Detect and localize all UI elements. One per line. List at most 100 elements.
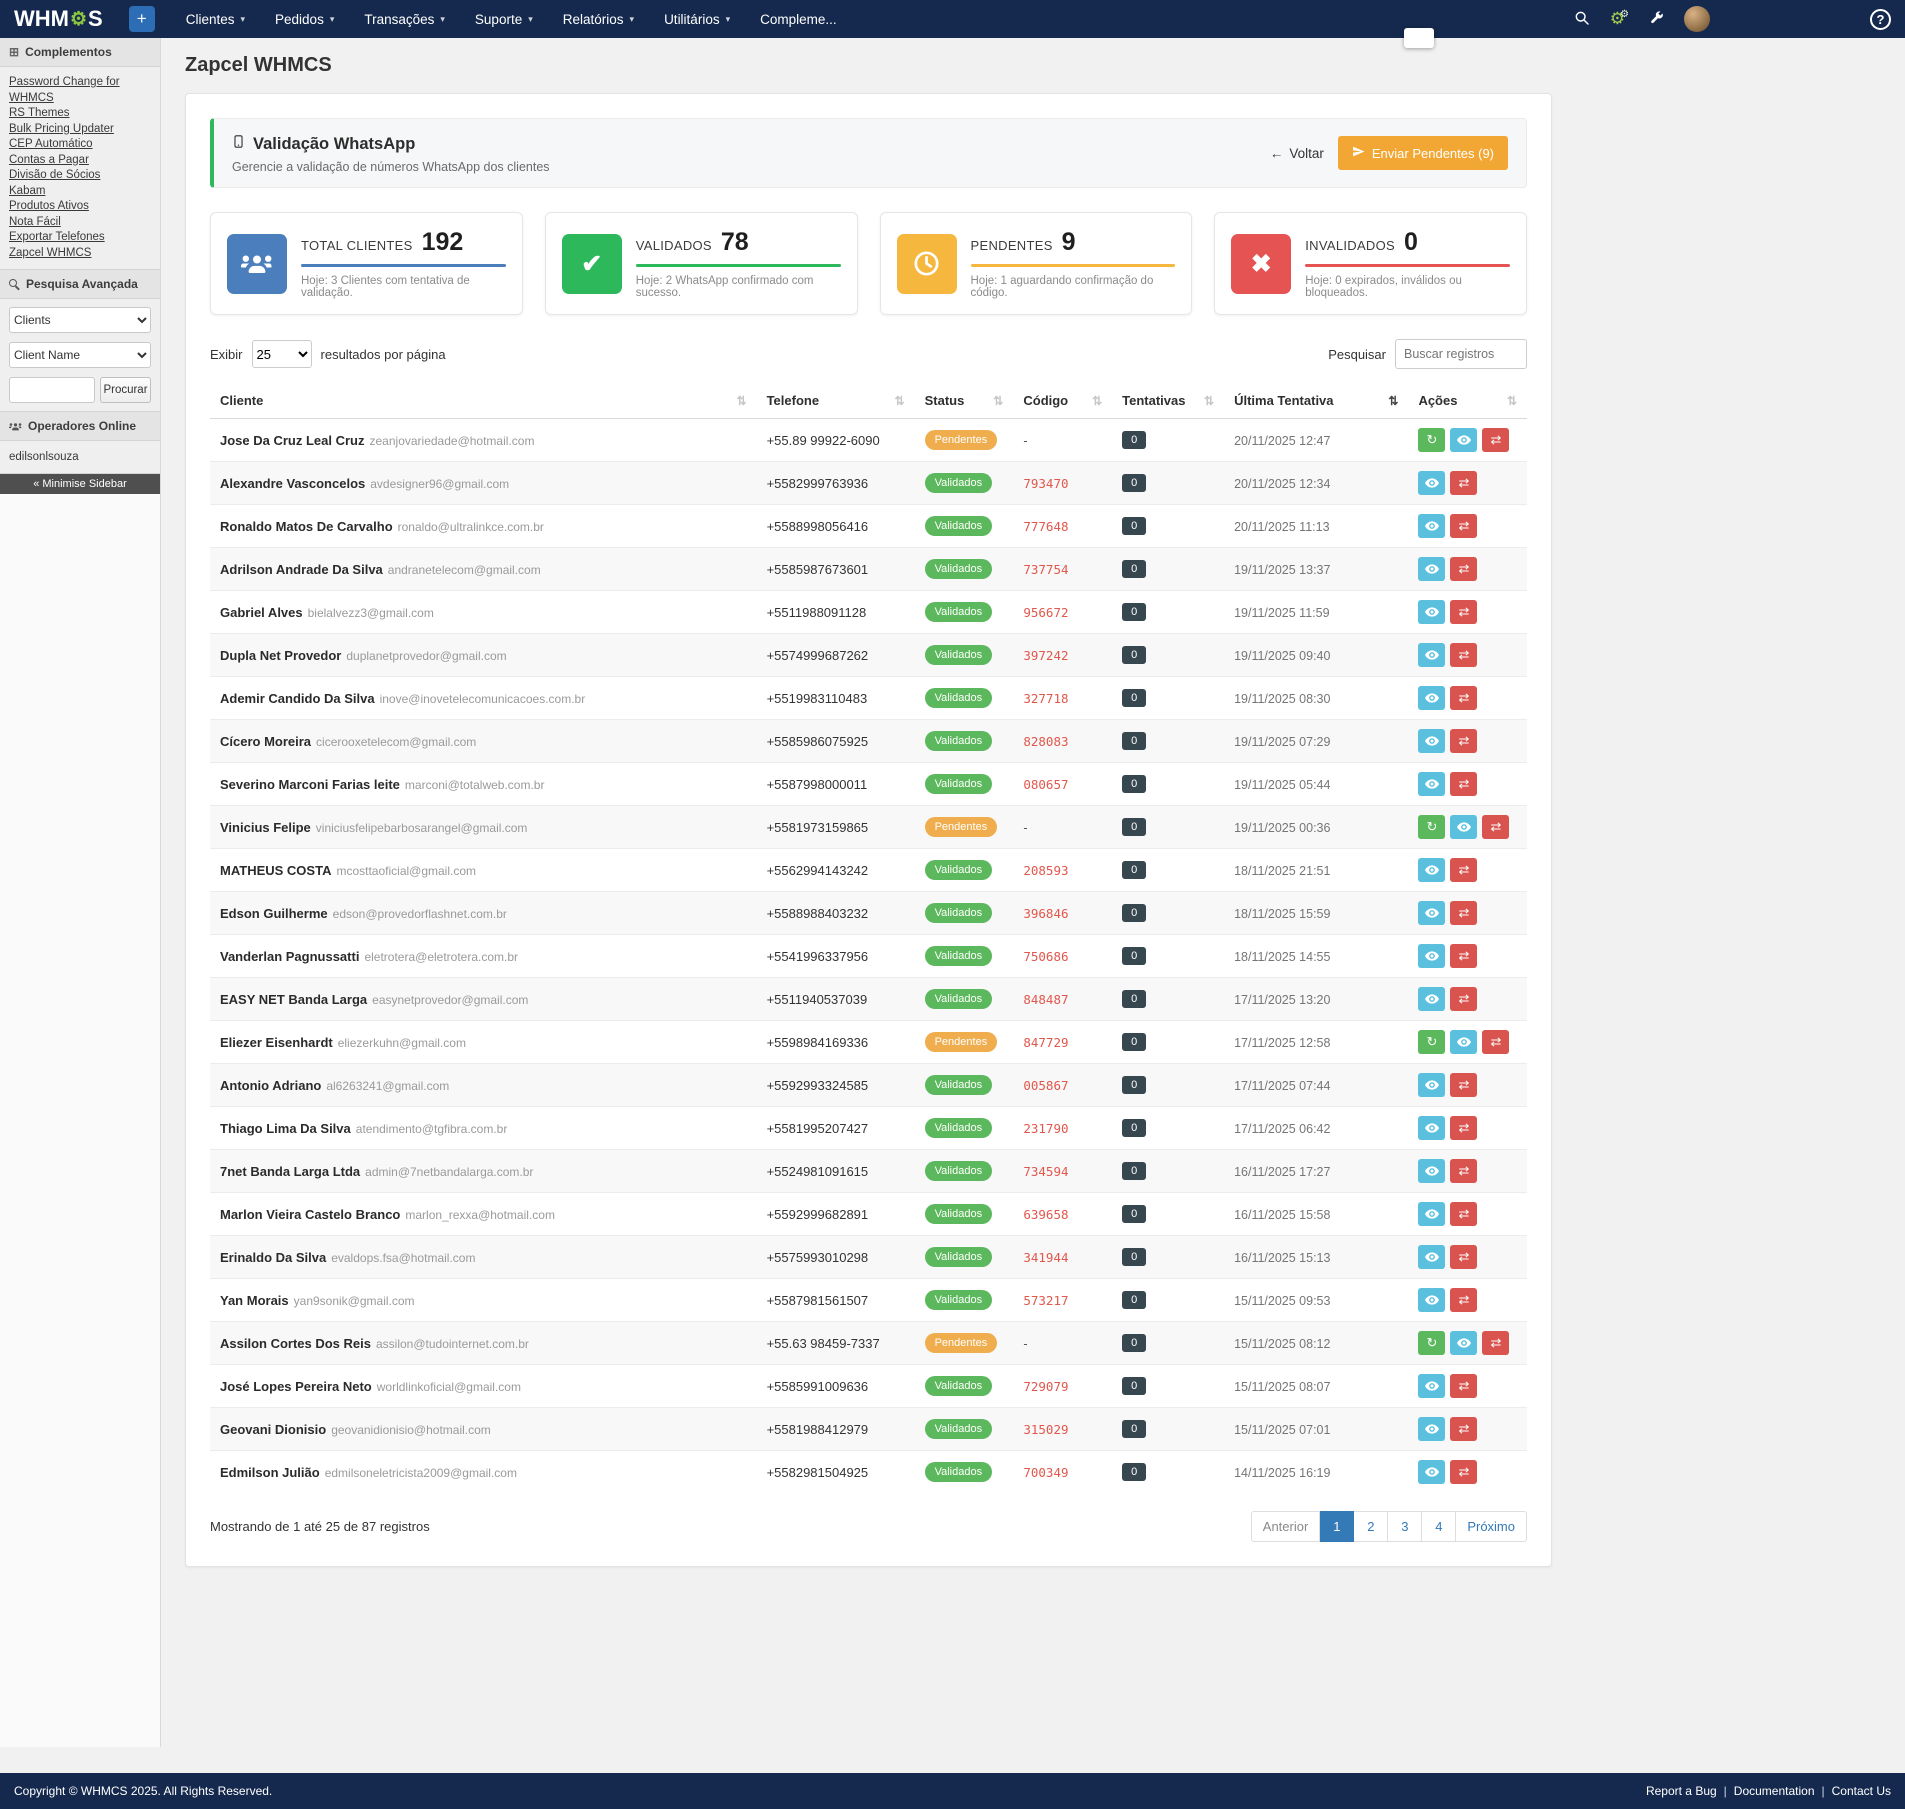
client-name[interactable]: Dupla Net Provedor xyxy=(220,648,341,663)
reset-button[interactable]: ⇄ xyxy=(1450,729,1477,753)
footer-link[interactable]: Contact Us xyxy=(1832,1784,1891,1798)
menu-item[interactable]: Clientes ▾ xyxy=(173,0,258,38)
client-name[interactable]: Gabriel Alves xyxy=(220,605,303,620)
reset-button[interactable]: ⇄ xyxy=(1450,1202,1477,1226)
view-button[interactable] xyxy=(1418,643,1445,667)
reset-button[interactable]: ⇄ xyxy=(1450,858,1477,882)
reset-button[interactable]: ⇄ xyxy=(1450,643,1477,667)
sidebar-addon-link[interactable]: Exportar Telefones xyxy=(9,230,151,246)
reset-button[interactable]: ⇄ xyxy=(1450,987,1477,1011)
sidebar-addon-link[interactable]: RS Themes xyxy=(9,106,151,122)
view-button[interactable] xyxy=(1418,1073,1445,1097)
pagination-button[interactable]: Anterior xyxy=(1251,1511,1321,1542)
sidebar-addon-link[interactable]: Produtos Ativos xyxy=(9,199,151,215)
view-button[interactable] xyxy=(1418,514,1445,538)
voltar-button[interactable]: ← Voltar xyxy=(1270,146,1324,161)
view-button[interactable] xyxy=(1418,987,1445,1011)
pagination-button[interactable]: 2 xyxy=(1354,1511,1388,1542)
reset-button[interactable]: ⇄ xyxy=(1450,1288,1477,1312)
column-header[interactable]: Telefone ⇅ xyxy=(757,383,915,419)
column-header[interactable]: Ações ⇅ xyxy=(1408,383,1527,419)
quick-add-button[interactable]: + xyxy=(129,6,155,32)
client-name[interactable]: Antonio Adriano xyxy=(220,1078,321,1093)
reset-button[interactable]: ⇄ xyxy=(1450,1159,1477,1183)
automation-status-button[interactable]: ⚙⚙ xyxy=(1610,9,1629,29)
client-name[interactable]: Ronaldo Matos De Carvalho xyxy=(220,519,393,534)
sidebar-search-input[interactable] xyxy=(9,377,95,403)
view-button[interactable] xyxy=(1450,1331,1477,1355)
client-name[interactable]: Edson Guilherme xyxy=(220,906,328,921)
reset-button[interactable]: ⇄ xyxy=(1450,944,1477,968)
view-button[interactable] xyxy=(1418,1202,1445,1226)
menu-item[interactable]: Relatórios ▾ xyxy=(550,0,647,38)
minimise-sidebar-button[interactable]: « Minimise Sidebar xyxy=(0,474,160,494)
footer-link[interactable]: Documentation xyxy=(1734,1784,1832,1798)
pagination-button[interactable]: Próximo xyxy=(1456,1511,1527,1542)
reset-button[interactable]: ⇄ xyxy=(1482,428,1509,452)
client-name[interactable]: Cícero Moreira xyxy=(220,734,311,749)
reset-button[interactable]: ⇄ xyxy=(1450,686,1477,710)
client-name[interactable]: Erinaldo Da Silva xyxy=(220,1250,326,1265)
reset-button[interactable]: ⇄ xyxy=(1450,600,1477,624)
resend-button[interactable]: ↻ xyxy=(1418,1030,1445,1054)
view-button[interactable] xyxy=(1450,815,1477,839)
column-header[interactable]: Código ⇅ xyxy=(1013,383,1112,419)
menu-item[interactable]: Utilitários ▾ xyxy=(651,0,743,38)
view-button[interactable] xyxy=(1418,772,1445,796)
view-button[interactable] xyxy=(1418,1159,1445,1183)
reset-button[interactable]: ⇄ xyxy=(1482,815,1509,839)
reset-button[interactable]: ⇄ xyxy=(1450,1116,1477,1140)
reset-button[interactable]: ⇄ xyxy=(1450,1374,1477,1398)
search-button[interactable] xyxy=(1574,10,1590,29)
sidebar-addon-link[interactable]: Nota Fácil xyxy=(9,215,151,231)
footer-link[interactable]: Report a Bug xyxy=(1646,1784,1734,1798)
client-name[interactable]: Eliezer Eisenhardt xyxy=(220,1035,333,1050)
reset-button[interactable]: ⇄ xyxy=(1450,1073,1477,1097)
user-avatar[interactable] xyxy=(1684,6,1710,32)
reset-button[interactable]: ⇄ xyxy=(1450,471,1477,495)
reset-button[interactable]: ⇄ xyxy=(1450,901,1477,925)
column-header[interactable]: Última Tentativa ⇅ xyxy=(1224,383,1408,419)
view-button[interactable] xyxy=(1418,1288,1445,1312)
client-name[interactable]: Yan Morais xyxy=(220,1293,289,1308)
view-button[interactable] xyxy=(1418,1460,1445,1484)
sidebar-addon-link[interactable]: Kabam xyxy=(9,184,151,200)
column-header[interactable]: Tentativas ⇅ xyxy=(1112,383,1224,419)
client-name[interactable]: Jose Da Cruz Leal Cruz xyxy=(220,433,365,448)
system-settings-button[interactable] xyxy=(1649,10,1664,28)
menu-item[interactable]: Pedidos ▾ xyxy=(262,0,347,38)
client-name[interactable]: MATHEUS COSTA xyxy=(220,863,331,878)
client-name[interactable]: Adrilson Andrade Da Silva xyxy=(220,562,383,577)
reset-button[interactable]: ⇄ xyxy=(1450,1417,1477,1441)
sidebar-addon-link[interactable]: Contas a Pagar xyxy=(9,153,151,169)
client-name[interactable]: EASY NET Banda Larga xyxy=(220,992,367,1007)
view-button[interactable] xyxy=(1418,901,1445,925)
search-field-select[interactable]: Client Name xyxy=(9,342,151,368)
view-button[interactable] xyxy=(1418,729,1445,753)
client-name[interactable]: Vinicius Felipe xyxy=(220,820,311,835)
reset-button[interactable]: ⇄ xyxy=(1482,1331,1509,1355)
view-button[interactable] xyxy=(1418,944,1445,968)
whmcs-logo[interactable]: WHM⚙S xyxy=(14,6,103,32)
sidebar-addon-link[interactable]: Password Change for WHMCS xyxy=(9,75,151,106)
pagination-button[interactable]: 1 xyxy=(1320,1511,1354,1542)
client-name[interactable]: Geovani Dionisio xyxy=(220,1422,326,1437)
client-name[interactable]: 7net Banda Larga Ltda xyxy=(220,1164,360,1179)
menu-item[interactable]: Compleme... xyxy=(747,0,850,38)
column-header[interactable]: Status ⇅ xyxy=(915,383,1014,419)
sidebar-addon-link[interactable]: Divisão de Sócios xyxy=(9,168,151,184)
view-button[interactable] xyxy=(1418,557,1445,581)
view-button[interactable] xyxy=(1418,1374,1445,1398)
client-name[interactable]: José Lopes Pereira Neto xyxy=(220,1379,372,1394)
menu-item[interactable]: Suporte ▾ xyxy=(462,0,546,38)
menu-item[interactable]: Transações ▾ xyxy=(351,0,458,38)
view-button[interactable] xyxy=(1450,428,1477,452)
client-name[interactable]: Alexandre Vasconcelos xyxy=(220,476,365,491)
client-name[interactable]: Vanderlan Pagnussatti xyxy=(220,949,359,964)
client-name[interactable]: Ademir Candido Da Silva xyxy=(220,691,375,706)
resend-button[interactable]: ↻ xyxy=(1418,428,1445,452)
view-button[interactable] xyxy=(1450,1030,1477,1054)
help-button[interactable]: ? xyxy=(1870,9,1891,30)
resend-button[interactable]: ↻ xyxy=(1418,815,1445,839)
view-button[interactable] xyxy=(1418,1417,1445,1441)
